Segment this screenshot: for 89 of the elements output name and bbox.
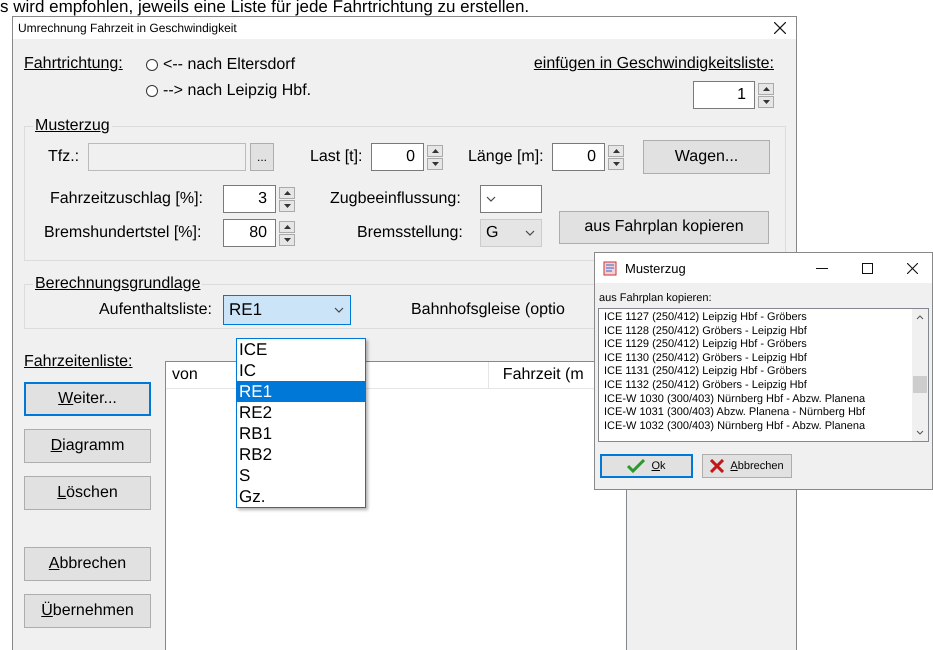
- dropdown-field[interactable]: [480, 185, 542, 213]
- spin-down-button[interactable]: [279, 200, 295, 212]
- cross-icon: [710, 459, 724, 473]
- ok-button[interactable]: Ok: [600, 454, 693, 478]
- browse-button[interactable]: ...: [250, 143, 274, 171]
- window-title: Musterzug: [625, 260, 686, 276]
- scroll-thumb[interactable]: [913, 376, 927, 393]
- chevron-down-icon: [916, 430, 924, 435]
- group-title: Musterzug: [34, 117, 111, 135]
- down-triangle-icon: [284, 238, 290, 242]
- down-triangle-icon: [432, 162, 438, 166]
- action-button[interactable]: Weiter...: [24, 382, 151, 416]
- wagen-button[interactable]: Wagen...: [643, 140, 770, 174]
- number-field[interactable]: 80: [223, 219, 276, 247]
- bremshundertstel-label: Bremshundertstel [%]:: [44, 224, 202, 242]
- list-item[interactable]: ICE-W 1030 (300/403) Nürnberg Hbf - Abzw. Planena: [599, 392, 866, 406]
- app-icon: [603, 260, 617, 276]
- spin-up-button[interactable]: [279, 186, 295, 198]
- list-item[interactable]: ICE 1130 (250/412) Gröbers - Leipzig Hbf: [599, 352, 866, 366]
- bremsstellung-label: Bremsstellung:: [357, 224, 464, 242]
- maximize-icon[interactable]: [862, 262, 873, 274]
- zugbeeinflussung-label: Zugbeeinflussung:: [330, 190, 462, 208]
- chevron-down-icon: [334, 307, 344, 313]
- up-triangle-icon: [432, 148, 438, 152]
- list-item[interactable]: ICE-W 1031 (300/403) Abzw. Planena - Nürnberg Hbf: [599, 406, 866, 420]
- action-button[interactable]: Übernehmen: [24, 594, 151, 628]
- dropdown-option[interactable]: RE2: [237, 402, 365, 423]
- zuschlag-label: Fahrzeitzuschlag [%]:: [50, 190, 204, 208]
- dropdown-option[interactable]: S: [237, 465, 365, 486]
- down-triangle-icon: [612, 162, 620, 166]
- prompt-label: aus Fahrplan kopieren:: [599, 292, 713, 304]
- document-text: s wird empfohlen, jeweils eine Liste für jede Fahrtrichtung zu erstellen.: [0, 0, 530, 16]
- checkmark-icon: [627, 459, 646, 473]
- spin-down-button[interactable]: [608, 158, 624, 170]
- window-title: Umrechnung Fahrzeit in Geschwindigkeit: [18, 21, 237, 35]
- aufenthalt-label: Aufenthaltsliste:: [99, 301, 213, 319]
- radio-option[interactable]: <-- nach Eltersdorf: [146, 52, 486, 78]
- number-field[interactable]: 1: [693, 81, 755, 109]
- dropdown-option[interactable]: RB2: [237, 444, 365, 465]
- action-button[interactable]: Abbrechen: [24, 547, 151, 581]
- spin-up-button[interactable]: [758, 82, 774, 94]
- column-header[interactable]: Fahrzeit (m: [488, 362, 584, 388]
- dropdown-option[interactable]: RE1: [237, 381, 365, 402]
- close-icon[interactable]: [907, 262, 918, 274]
- spin-down-button[interactable]: [758, 96, 774, 108]
- action-button[interactable]: Diagramm: [24, 429, 151, 463]
- number-field[interactable]: 3: [223, 185, 276, 213]
- direction-label: Fahrtrichtung:: [24, 55, 124, 74]
- dropdown-field[interactable]: RE1: [223, 295, 351, 325]
- down-triangle-icon: [284, 204, 290, 208]
- up-triangle-icon: [284, 224, 290, 228]
- list-item[interactable]: ICE 1131 (250/412) Leipzig Hbf - Gröbers: [599, 365, 866, 379]
- spin-up-button[interactable]: [608, 144, 624, 156]
- dropdown-option[interactable]: RB1: [237, 423, 365, 444]
- list-item[interactable]: ICE 1127 (250/412) Leipzig Hbf - Gröbers: [599, 311, 866, 325]
- scrollbar[interactable]: [912, 309, 928, 441]
- up-triangle-icon: [284, 190, 290, 194]
- dropdown-option[interactable]: ICE: [237, 339, 365, 360]
- last-label: Last [t]:: [310, 148, 364, 166]
- number-field[interactable]: 0: [552, 143, 605, 171]
- up-triangle-icon: [762, 86, 770, 90]
- number-field[interactable]: 0: [371, 143, 424, 171]
- list-item[interactable]: ICE 1129 (250/412) Leipzig Hbf - Gröbers: [599, 338, 866, 352]
- list-item[interactable]: ICE 1128 (250/412) Gröbers - Leipzig Hbf: [599, 324, 866, 338]
- chevron-down-icon: [525, 230, 535, 236]
- group-title: Berechnungsgrundlage: [34, 275, 202, 293]
- copy-from-timetable-button[interactable]: aus Fahrplan kopieren: [559, 210, 769, 244]
- close-icon[interactable]: [774, 22, 786, 34]
- spin-up-button[interactable]: [279, 220, 295, 232]
- spin-down-button[interactable]: [279, 234, 295, 246]
- chevron-down-icon: [486, 196, 496, 202]
- list-label: Fahrzeitenliste:: [24, 353, 132, 370]
- up-triangle-icon: [612, 148, 620, 152]
- insert-label: einfügen in Geschwindigkeitsliste:: [534, 55, 774, 73]
- list-item[interactable]: ICE 1132 (250/412) Gröbers - Leipzig Hbf: [599, 378, 866, 393]
- down-triangle-icon: [762, 100, 770, 104]
- dropdown-option[interactable]: IC: [237, 360, 365, 381]
- column-header[interactable]: von: [166, 366, 198, 384]
- gleise-label: Bahnhofsgleise (optio: [411, 301, 565, 319]
- cancel-button[interactable]: Abbrechen: [702, 454, 792, 478]
- tfz-label: Tfz.:: [48, 148, 80, 166]
- action-button[interactable]: Löschen: [24, 476, 151, 510]
- dropdown-option[interactable]: Gz.: [237, 486, 365, 507]
- spin-up-button[interactable]: [427, 144, 443, 156]
- length-label: Länge [m]:: [468, 148, 545, 166]
- list-item[interactable]: ICE-W 1032 (300/403) Nürnberg Hbf - Abzw. Planena: [599, 420, 866, 434]
- chevron-up-icon: [916, 315, 924, 320]
- radio-option[interactable]: --> nach Leipzig Hbf.: [146, 78, 486, 104]
- spin-down-button[interactable]: [427, 158, 443, 170]
